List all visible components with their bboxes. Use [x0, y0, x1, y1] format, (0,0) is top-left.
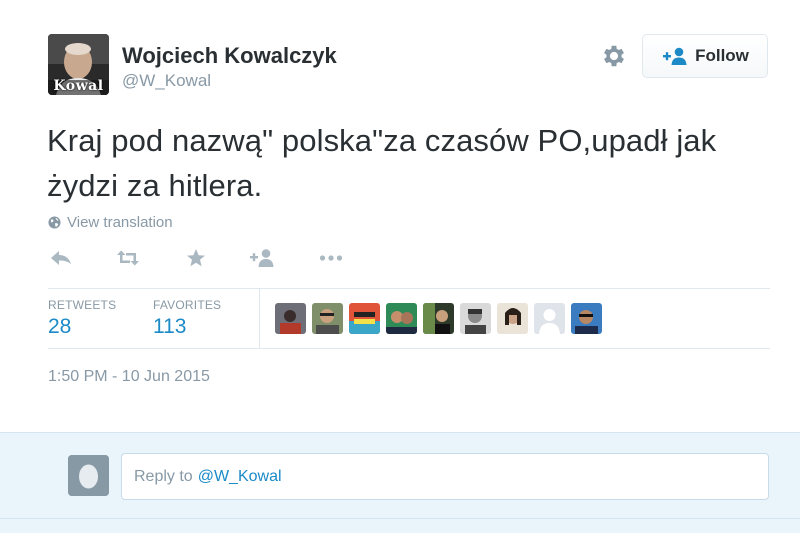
tweet-timestamp[interactable]: 1:50 PM - 10 Jun 2015 [48, 368, 210, 386]
favoriter-avatar[interactable] [312, 303, 343, 334]
follow-user-icon[interactable] [249, 246, 275, 270]
favoriter-avatar[interactable] [497, 303, 528, 334]
favoriter-avatar[interactable] [349, 303, 380, 334]
reply-placeholder-prefix: Reply to [134, 467, 193, 485]
gear-icon[interactable] [600, 42, 628, 70]
favoriters-avatars [275, 303, 608, 334]
favoriter-avatar[interactable] [534, 303, 565, 334]
favorites-stat[interactable]: FAVORITES 113 [153, 298, 221, 339]
default-egg-avatar-icon [68, 455, 109, 496]
tweet-card: Kowal Wojciech Kowalczyk @W_Kowal Follow… [0, 0, 800, 432]
reply-divider [0, 518, 800, 519]
avatar-label: Kowal [53, 78, 104, 94]
author-fullname[interactable]: Wojciech Kowalczyk [122, 43, 337, 69]
author-username[interactable]: @W_Kowal [122, 71, 211, 91]
favorites-count: 113 [153, 315, 187, 338]
favoriter-avatar[interactable] [386, 303, 417, 334]
favoriter-avatar[interactable] [423, 303, 454, 334]
reply-input[interactable]: Reply to @W_Kowal [121, 453, 769, 500]
more-icon[interactable] [318, 246, 344, 270]
stats-divider [259, 289, 260, 348]
favoriter-avatar[interactable] [460, 303, 491, 334]
favorite-icon[interactable] [183, 246, 209, 270]
reply-icon[interactable] [48, 246, 74, 270]
favoriter-avatar[interactable] [571, 303, 602, 334]
tweet-stats: RETWEETS 28 FAVORITES 113 [48, 288, 770, 349]
follow-button[interactable]: Follow [642, 34, 768, 78]
follow-label: Follow [695, 46, 749, 65]
favoriter-avatar[interactable] [275, 303, 306, 334]
add-user-icon [663, 47, 687, 65]
view-translation-link[interactable]: View translation [48, 214, 173, 231]
author-avatar[interactable]: Kowal [48, 34, 109, 95]
retweets-stat[interactable]: RETWEETS 28 [48, 298, 116, 339]
tweet-text: Kraj pod nazwą" polska"za czasów PO,upad… [47, 123, 717, 203]
reply-area: Reply to @W_Kowal [0, 432, 800, 533]
view-translation-label: View translation [67, 214, 173, 231]
retweet-icon[interactable] [115, 246, 141, 270]
retweets-label: RETWEETS [48, 298, 117, 312]
globe-icon [48, 216, 61, 229]
favorites-label: FAVORITES [153, 298, 222, 312]
retweets-count: 28 [48, 315, 72, 338]
reply-placeholder-mention: @W_Kowal [197, 467, 282, 485]
